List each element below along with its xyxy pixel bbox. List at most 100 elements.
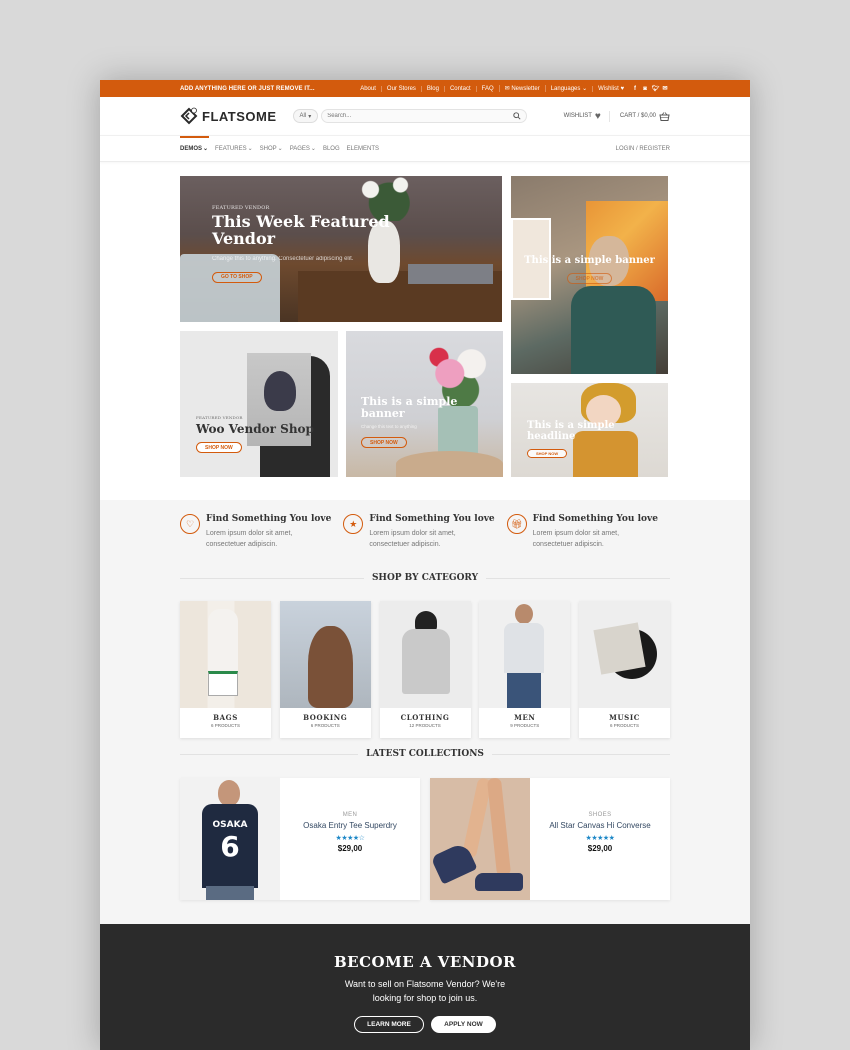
- category-card-bags[interactable]: BAGS 6 PRODUCTS: [180, 601, 271, 738]
- nav-item-features[interactable]: FEATURES ⌄: [215, 145, 253, 153]
- facebook-icon[interactable]: f: [632, 86, 638, 92]
- vendor-text-line-2: looking for shop to join us.: [372, 992, 478, 1003]
- search-input[interactable]: [327, 113, 514, 119]
- heart-icon: ♡: [180, 514, 200, 534]
- banner-title: This is a simple headline: [527, 420, 615, 442]
- go-to-shop-button[interactable]: GO TO SHOP: [212, 271, 262, 283]
- gift-icon: 🎁︎: [506, 514, 527, 534]
- nav-demos-label: DEMOS: [180, 145, 203, 152]
- vendor-buttons: LEARN MORE APPLY NOW: [100, 1015, 750, 1033]
- shop-now-button[interactable]: SHOP NOW: [566, 273, 613, 284]
- rating-stars: ★★★★☆: [336, 834, 365, 842]
- logo-icon: [180, 107, 198, 125]
- login-register-link[interactable]: LOGIN / REGISTER: [616, 146, 670, 152]
- shop-now-button[interactable]: SHOP NOW: [196, 442, 242, 454]
- divider: [180, 753, 359, 755]
- nav-item-demos[interactable]: DEMOS ⌄: [180, 145, 209, 153]
- category-image: [479, 601, 571, 708]
- chevron-down-icon: ⌄: [310, 146, 316, 152]
- top-link-our-stores[interactable]: Our Stores: [380, 85, 421, 92]
- logo[interactable]: FLATSOME: [180, 107, 277, 125]
- top-bar-promo: ADD ANYTHING HERE OR JUST REMOVE IT...: [180, 85, 315, 92]
- banner-title: This Week Featured Vendor: [212, 212, 390, 248]
- star-filled-icon: ★: [608, 834, 615, 842]
- category-name: CLOTHING: [400, 713, 450, 722]
- heart-icon: ♥: [594, 110, 601, 122]
- category-image: [279, 601, 371, 708]
- banner-title: Woo Vendor Shop: [196, 422, 314, 436]
- feature-title: Find Something You love: [206, 514, 332, 524]
- product-price: $29,00: [337, 843, 363, 853]
- search-icon[interactable]: [513, 112, 521, 120]
- apply-now-button[interactable]: APPLY NOW: [431, 1015, 496, 1033]
- feature-text: Lorem ipsum dolor sit amet, consectetuer…: [206, 530, 293, 548]
- wishlist-label: WISHLIST: [563, 113, 592, 119]
- cart-button[interactable]: CART / $0,00: [610, 111, 670, 121]
- learn-more-button[interactable]: LEARN MORE: [354, 1015, 424, 1033]
- banner-simple-artist[interactable]: This is a simple banner SHOP NOW: [511, 176, 668, 374]
- top-bar-links: About Our Stores Blog Contact FAQ ✉ News…: [355, 85, 668, 92]
- nav-item-shop[interactable]: SHOP ⌄: [259, 145, 283, 153]
- banner-featured-vendor[interactable]: FEATURED VENDOR This Week Featured Vendo…: [180, 176, 502, 322]
- banner-simple-flowers[interactable]: This is a simple banner Change this text…: [346, 331, 503, 477]
- email-icon[interactable]: ✉: [662, 86, 668, 92]
- banner-kicker: FEATURED VENDOR: [212, 205, 270, 211]
- social-icons: f ◙ 🐦︎ ✉: [632, 86, 668, 92]
- product-card[interactable]: OSAKA 6 MEN Osaka Entry Tee Superdry ★★★★…: [180, 778, 420, 900]
- top-link-blog[interactable]: Blog: [420, 85, 444, 92]
- nav-item-blog[interactable]: BLOG: [323, 146, 340, 152]
- product-price: $29,00: [587, 843, 613, 853]
- instagram-icon[interactable]: ◙: [642, 86, 648, 92]
- category-name: BAGS: [213, 713, 238, 722]
- top-link-about[interactable]: About: [355, 86, 381, 92]
- cart-label: CART / $0,00: [619, 113, 656, 119]
- top-link-wishlist[interactable]: Wishlist ♥: [592, 85, 629, 92]
- search-category-select[interactable]: All ▾: [292, 109, 319, 123]
- banner-kicker: FEATURED VENDOR: [196, 415, 243, 420]
- become-vendor-section: BECOME A VENDOR Want to sell on Flatsome…: [100, 924, 750, 1050]
- nav-item-elements[interactable]: ELEMENTS: [347, 146, 379, 152]
- top-link-faq[interactable]: FAQ: [475, 85, 499, 92]
- chevron-down-icon: ⌄: [247, 146, 253, 152]
- rating-stars: ★★★★★: [586, 834, 615, 842]
- product-name[interactable]: All Star Canvas Hi Converse: [549, 821, 650, 830]
- search-category-value: All: [299, 113, 307, 119]
- header: FLATSOME All ▾ WISHLIST ♥ CART / $0,00: [100, 97, 750, 135]
- top-link-newsletter[interactable]: ✉ Newsletter: [498, 85, 545, 92]
- twitter-icon[interactable]: 🐦︎: [652, 86, 660, 92]
- nav-shop-label: SHOP: [259, 145, 277, 152]
- nav-item-pages[interactable]: PAGES ⌄: [290, 145, 316, 153]
- top-link-contact[interactable]: Contact: [443, 85, 476, 92]
- shop-now-button[interactable]: SHOP NOW: [361, 437, 407, 449]
- active-nav-indicator: [180, 136, 209, 138]
- product-image: OSAKA 6: [180, 778, 280, 900]
- feature-title: Find Something You love: [532, 514, 658, 524]
- product-card[interactable]: SHOES All Star Canvas Hi Converse ★★★★★ …: [430, 777, 670, 900]
- category-card-clothing[interactable]: CLOTHING 12 PRODUCTS: [379, 601, 471, 738]
- banner-simple-headline[interactable]: This is a simple headline SHOP NOW: [511, 383, 668, 477]
- shop-now-button[interactable]: SHOP NOW: [527, 449, 568, 458]
- category-count: 6 PRODUCTS: [210, 723, 240, 728]
- heart-icon: ♥: [620, 85, 624, 92]
- category-card-men[interactable]: MEN 9 PRODUCTS: [479, 601, 571, 738]
- product-name[interactable]: Osaka Entry Tee Superdry: [303, 821, 397, 830]
- category-count: 6 PRODUCTS: [609, 723, 639, 728]
- category-card-music[interactable]: MUSIC 6 PRODUCTS: [579, 601, 670, 738]
- product-category: MEN: [342, 811, 358, 818]
- banner-image: [180, 331, 338, 477]
- category-image: [180, 601, 271, 708]
- chevron-down-icon: ⌄: [203, 146, 209, 152]
- caret-down-icon: ▾: [308, 113, 312, 120]
- category-count: 9 PRODUCTS: [510, 723, 540, 728]
- vendor-text: Want to sell on Flatsome Vendor? We're lo…: [100, 978, 750, 1006]
- banner-grid: FEATURED VENDOR This Week Featured Vendo…: [180, 176, 670, 478]
- search-field: [321, 109, 528, 123]
- feature-text: Lorem ipsum dolor sit amet, consectetuer…: [369, 530, 456, 548]
- category-grid: BAGS 6 PRODUCTS BOOKING 6 PRODUCTS CLOTHIN…: [180, 601, 670, 738]
- wishlist-button[interactable]: WISHLIST ♥: [563, 110, 610, 122]
- banner-woo-vendor[interactable]: FEATURED VENDOR Woo Vendor Shop SHOP NOW: [180, 331, 338, 477]
- category-name: MEN: [514, 713, 536, 722]
- category-card-booking[interactable]: BOOKING 6 PRODUCTS: [279, 601, 371, 738]
- top-link-languages[interactable]: Languages ⌄: [544, 85, 592, 92]
- chevron-down-icon: ⌄: [582, 86, 588, 92]
